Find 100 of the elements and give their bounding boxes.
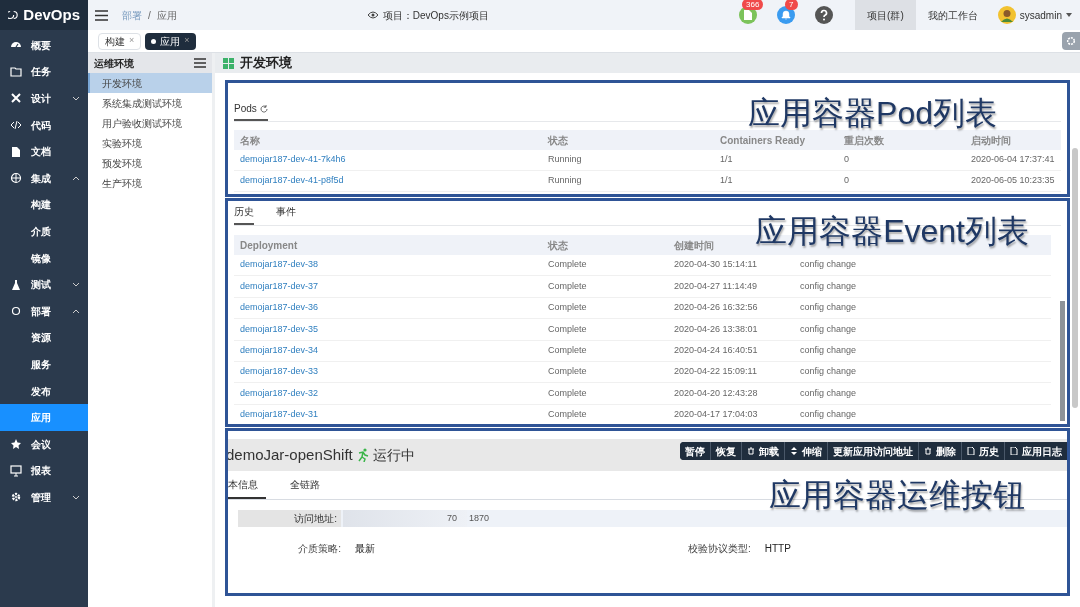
nav-item[interactable]: 部署 (0, 297, 88, 325)
nav-item[interactable]: 任务 (0, 58, 88, 86)
count-badge: 7 (785, 0, 798, 10)
column-header: 启动时间 (971, 133, 1012, 148)
table-cell-text: Complete (548, 386, 588, 400)
running-icon (355, 448, 370, 462)
address-value: 1870 (469, 511, 490, 525)
tab[interactable]: 本信息 (228, 477, 266, 499)
avatar-icon[interactable] (997, 6, 1016, 24)
table-link[interactable]: demojar187-dev-31 (240, 408, 548, 422)
table-cell-text: 2020-04-20 12:43:28 (674, 386, 759, 400)
document-icon[interactable] (739, 6, 758, 24)
column-header: 重启次数 (844, 133, 885, 148)
table-cell-text: config change (800, 408, 858, 422)
project-name: 项目：DevOps示例项目 (382, 8, 489, 23)
environment-item[interactable]: 系统集成测试环境 (88, 93, 212, 113)
table-cell-text: 2020-04-17 17:04:03 (674, 408, 759, 422)
document-icon (10, 145, 22, 158)
table-cell-text: 0 (844, 153, 850, 167)
column-header: 名称 (240, 133, 261, 148)
nav-item[interactable]: 镜像 (0, 244, 88, 272)
tab[interactable]: 事件 (276, 204, 296, 225)
menu-icon[interactable] (95, 9, 108, 21)
table-cell-text: Complete (548, 258, 588, 272)
field-label: 访问地址: (238, 510, 341, 527)
nav-item[interactable]: 代码 (0, 111, 88, 139)
refresh-icon[interactable] (259, 104, 268, 113)
breadcrumb-separator: / (148, 8, 151, 23)
file-icon (967, 447, 975, 455)
bell-icon[interactable] (777, 6, 796, 24)
column-header: Containers Ready (720, 133, 807, 148)
nav-item[interactable]: 发布 (0, 377, 88, 405)
menu-icon[interactable] (194, 58, 206, 68)
page-title: 开发环境 (240, 54, 292, 73)
table-cell-text: 2020-04-30 15:14:11 (674, 258, 758, 272)
tools-icon (10, 92, 22, 105)
table-link[interactable]: demojar187-dev-33 (240, 365, 548, 379)
scrollbar[interactable] (1060, 301, 1065, 421)
nav-item[interactable]: 资源 (0, 324, 88, 352)
table-cell-text: Complete (548, 365, 588, 379)
flask-icon (10, 278, 22, 291)
nav-item[interactable]: 构建 (0, 191, 88, 219)
table-link[interactable]: demojar187-dev-38 (240, 258, 548, 272)
star-icon (10, 438, 22, 451)
table-cell-text: 0 (844, 174, 850, 188)
environment-item[interactable]: 用户验收测试环境 (88, 113, 212, 133)
table-cell-text: 2020-04-26 13:38:01 (674, 322, 759, 336)
table-cell-text: 1/1 (720, 153, 734, 167)
nav-item[interactable]: 报表 (0, 457, 88, 485)
environment-item[interactable]: 预发环境 (88, 153, 212, 173)
nav-item[interactable]: 管理 (0, 484, 88, 511)
header-tab[interactable]: 我的工作台 (915, 0, 990, 30)
help-icon[interactable] (815, 6, 834, 24)
annotation-text: 应用容器Event列表 (755, 212, 1029, 251)
nav-item[interactable]: 文档 (0, 138, 88, 165)
column-header: Deployment (240, 238, 299, 253)
environment-item[interactable]: 实验环境 (88, 133, 212, 153)
nav-item[interactable]: 设计 (0, 85, 88, 112)
table-link[interactable]: demojar187-dev-41-7k4h6 (240, 153, 548, 167)
nav-item[interactable]: 概要 (0, 32, 88, 59)
folder-icon (10, 65, 22, 78)
tab[interactable]: 历史 (234, 204, 254, 225)
header-tab[interactable]: 项目(群) (855, 0, 916, 30)
table-cell-text: config change (800, 386, 858, 400)
table-cell-text: Complete (548, 322, 588, 336)
nav-item[interactable]: 会议 (0, 430, 88, 458)
table-link[interactable]: demojar187-dev-32 (240, 386, 548, 401)
table-cell-text: Complete (548, 301, 588, 315)
field-label: 校验协议类型: (688, 542, 751, 556)
nav-item[interactable]: 服务 (0, 351, 88, 378)
nav-item[interactable]: 介质 (0, 218, 88, 245)
table-link[interactable]: demojar187-dev-41-p8f5d (240, 174, 548, 188)
environment-item[interactable]: 开发环境 (88, 73, 212, 93)
table-cell-text: config change (800, 301, 858, 315)
scrollbar[interactable] (1072, 148, 1078, 408)
field-label: 介质策略: (297, 542, 341, 556)
table-link[interactable]: demojar187-dev-35 (240, 322, 548, 337)
user-name[interactable]: sysadmin (1019, 7, 1062, 23)
settings-button[interactable] (1062, 32, 1080, 50)
nav-item[interactable]: 测试 (0, 271, 88, 298)
tab[interactable]: 全链路 (290, 477, 328, 499)
grid-icon (223, 57, 234, 69)
table-cell: 2020-06-05 10:23:35 (971, 174, 1055, 188)
caret-icon[interactable] (1066, 13, 1072, 17)
page-tab[interactable]: 构建 × (98, 32, 142, 50)
nav-item[interactable]: 集成 (0, 164, 88, 192)
eye-icon (366, 11, 379, 19)
page-tab[interactable]: 应用 × (145, 32, 196, 50)
table-link[interactable]: demojar187-dev-37 (240, 279, 548, 294)
environment-item[interactable]: 生产环境 (88, 173, 212, 193)
status-text: 运行中 (372, 445, 415, 465)
table-link[interactable]: demojar187-dev-36 (240, 301, 548, 315)
table-cell-text: config change (800, 279, 858, 293)
table-cell-text: config change (800, 344, 858, 357)
tab[interactable]: Pods (234, 101, 268, 121)
close-icon[interactable]: × (184, 34, 190, 48)
trash-icon (747, 447, 755, 455)
logo-icon (8, 8, 20, 22)
monitor-icon (10, 464, 22, 477)
table-link[interactable]: demojar187-dev-34 (240, 344, 548, 358)
